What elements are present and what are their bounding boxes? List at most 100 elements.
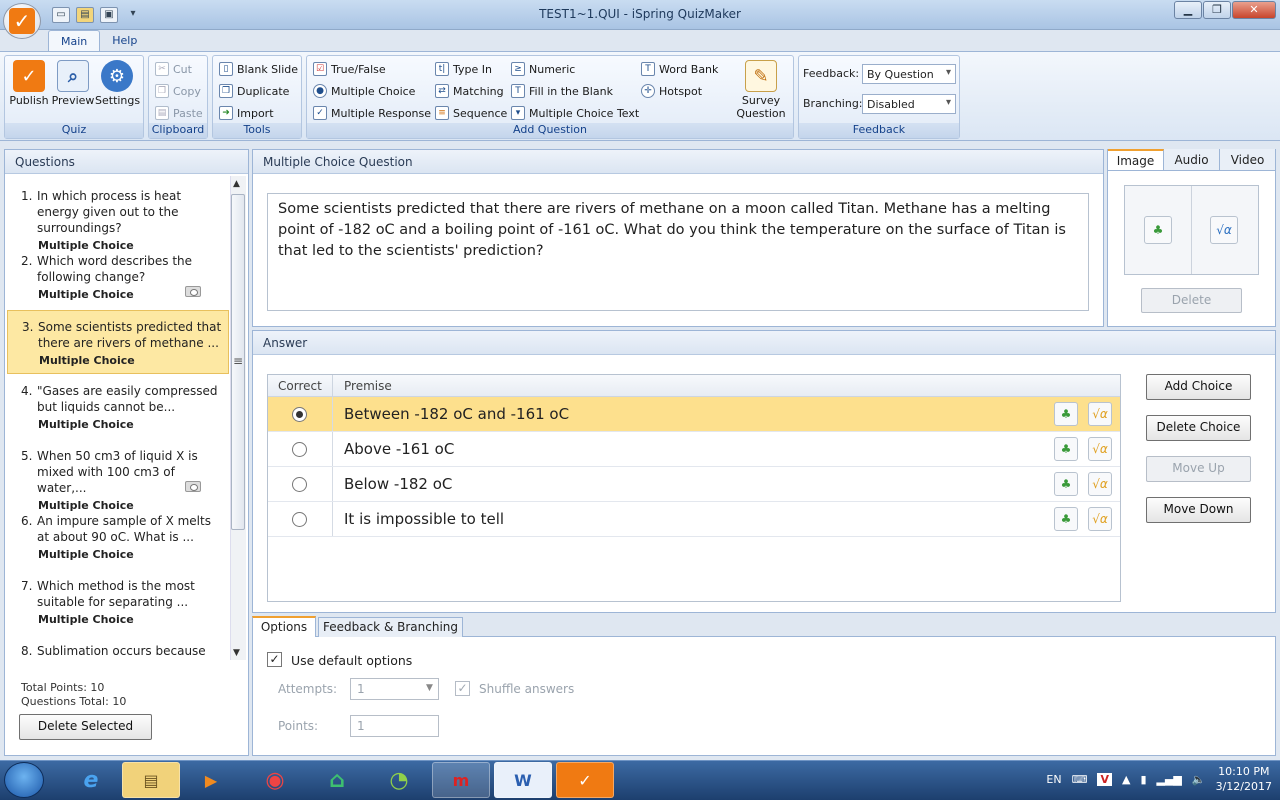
insert-formula-icon[interactable]: √α	[1088, 437, 1112, 461]
sequence-button[interactable]: ≡ Sequence	[435, 104, 507, 122]
answer-row-3[interactable]: Below -182 oC ♣ √α	[268, 467, 1120, 502]
publish-button[interactable]: ✓ Publish	[7, 60, 51, 107]
close-button[interactable]: ✕	[1232, 1, 1276, 19]
tray-app-icon[interactable]: V	[1097, 772, 1112, 786]
duplicate-button[interactable]: ❐ Duplicate	[219, 82, 289, 100]
use-default-label: Use default options	[291, 653, 413, 668]
word-icon[interactable]: W	[494, 762, 552, 798]
answer-row-4[interactable]: It is impossible to tell ♣ √α	[268, 502, 1120, 537]
question-item-1[interactable]: 1. In which process is heat energy given …	[7, 180, 229, 252]
restore-button[interactable]: ❐	[1203, 1, 1231, 19]
scroll-up-arrow-icon[interactable]: ▲	[233, 179, 240, 189]
use-default-checkbox[interactable]: ✓	[267, 652, 282, 667]
insert-formula-icon[interactable]: √α	[1088, 472, 1112, 496]
app-m-icon[interactable]: m	[432, 762, 490, 798]
ispring-taskbar-icon[interactable]: ✓	[556, 762, 614, 798]
scroll-down-arrow-icon[interactable]: ▼	[233, 648, 240, 658]
type-in-button[interactable]: t| Type In	[435, 60, 492, 78]
question-item-6[interactable]: 6. An impure sample of X melts at about 9…	[7, 505, 229, 569]
question-item-4[interactable]: 4. "Gases are easily compressed but liqui…	[7, 375, 229, 439]
answer-premise-2[interactable]: Above -161 oC	[344, 440, 454, 458]
tab-main[interactable]: Main	[48, 30, 101, 52]
feedback-select[interactable]: By Question	[862, 64, 956, 84]
battery-icon[interactable]: ▮	[1140, 773, 1146, 786]
app-circle-icon[interactable]: ◔	[370, 762, 428, 798]
insert-formula-icon[interactable]: √α	[1088, 507, 1112, 531]
add-choice-button[interactable]: Add Choice	[1146, 374, 1251, 400]
question-item-3[interactable]: 3. Some scientists predicted that there a…	[7, 310, 229, 374]
question-item-8[interactable]: 8. Sublimation occurs because	[7, 635, 229, 664]
insert-image-icon[interactable]: ♣	[1054, 402, 1078, 426]
splitter-grip-icon[interactable]: ≡	[233, 354, 243, 368]
app-menu-button[interactable]: ✓	[3, 3, 41, 39]
insert-image-icon[interactable]: ♣	[1054, 472, 1078, 496]
delete-choice-button[interactable]: Delete Choice	[1146, 415, 1251, 441]
media-delete-button[interactable]: Delete	[1141, 288, 1242, 313]
keyboard-icon[interactable]: ⌨	[1072, 773, 1088, 786]
move-down-button[interactable]: Move Down	[1146, 497, 1251, 523]
insert-formula-icon[interactable]: √α	[1088, 402, 1112, 426]
answer-row-2[interactable]: Above -161 oC ♣ √α	[268, 432, 1120, 467]
copy-button[interactable]: ❐ Copy	[155, 82, 201, 100]
internet-explorer-icon[interactable]: e	[62, 762, 120, 798]
tab-feedback-branching[interactable]: Feedback & Branching	[318, 617, 463, 637]
survey-question-button[interactable]: ✎ Survey Question	[735, 60, 787, 120]
settings-button[interactable]: ⚙ Settings	[95, 60, 140, 107]
hotspot-button[interactable]: ✛ Hotspot	[641, 82, 702, 100]
question-item-7[interactable]: 7. Which method is the most suitable for …	[7, 570, 229, 634]
total-points: Total Points: 10	[21, 681, 105, 694]
multiple-choice-button[interactable]: ● Multiple Choice	[313, 82, 415, 100]
tab-video[interactable]: Video	[1220, 149, 1275, 170]
fill-blank-button[interactable]: T Fill in the Blank	[511, 82, 613, 100]
answer-premise-1[interactable]: Between -182 oC and -161 oC	[344, 405, 569, 423]
tab-options[interactable]: Options	[252, 616, 316, 637]
answer-premise-4[interactable]: It is impossible to tell	[344, 510, 504, 528]
signal-icon[interactable]: ▂▄▆	[1157, 773, 1182, 786]
delete-selected-button[interactable]: Delete Selected	[19, 714, 152, 740]
branching-select[interactable]: Disabled	[862, 94, 956, 114]
insert-image-icon[interactable]: ♣	[1054, 437, 1078, 461]
attempts-dropdown-icon[interactable]: ▼	[426, 683, 433, 693]
tab-image[interactable]: Image	[1108, 149, 1164, 170]
tab-help[interactable]: Help	[100, 30, 149, 52]
preview-button[interactable]: ⌕ Preview	[51, 60, 95, 107]
volume-icon[interactable]: 🔈	[1192, 773, 1206, 786]
numeric-button[interactable]: ≥ Numeric	[511, 60, 575, 78]
points-input[interactable]: 1	[350, 715, 439, 737]
survey-pencil-icon: ✎	[745, 60, 777, 92]
media-player-icon[interactable]: ▶	[182, 762, 240, 798]
show-hidden-icons[interactable]: ▲	[1122, 773, 1130, 786]
tab-audio[interactable]: Audio	[1164, 149, 1220, 170]
correct-radio-2[interactable]	[292, 442, 307, 457]
question-item-5[interactable]: 5. When 50 cm3 of liquid X is mixed with …	[7, 440, 229, 512]
answer-panel-title: Answer	[253, 331, 1275, 355]
insert-formula-icon[interactable]: √α	[1210, 216, 1238, 244]
correct-radio-1[interactable]	[292, 407, 307, 422]
correct-radio-3[interactable]	[292, 477, 307, 492]
clock[interactable]: 10:10 PM 3/12/2017	[1216, 764, 1272, 794]
true-false-button[interactable]: ☑ True/False	[313, 60, 386, 78]
cut-button[interactable]: ✂ Cut	[155, 60, 192, 78]
language-indicator[interactable]: EN	[1046, 773, 1061, 786]
multiple-response-button[interactable]: ✓ Multiple Response	[313, 104, 431, 122]
matching-button[interactable]: ⇄ Matching	[435, 82, 504, 100]
question-item-2[interactable]: 2. Which word describes the following cha…	[7, 245, 229, 309]
answer-row-1[interactable]: Between -182 oC and -161 oC ♣ √α	[268, 397, 1120, 432]
blank-slide-button[interactable]: ▯ Blank Slide	[219, 60, 298, 78]
import-button[interactable]: ➜ Import	[219, 104, 274, 122]
start-button[interactable]	[4, 762, 44, 798]
app-house-icon[interactable]: ⌂	[308, 762, 366, 798]
insert-image-icon[interactable]: ♣	[1054, 507, 1078, 531]
minimize-button[interactable]: ▁	[1174, 1, 1202, 19]
correct-radio-4[interactable]	[292, 512, 307, 527]
insert-image-icon[interactable]: ♣	[1144, 216, 1172, 244]
word-bank-button[interactable]: T Word Bank	[641, 60, 718, 78]
question-text-input[interactable]: Some scientists predicted that there are…	[267, 193, 1089, 311]
file-explorer-icon[interactable]: ▤	[122, 762, 180, 798]
answer-premise-3[interactable]: Below -182 oC	[344, 475, 452, 493]
paste-button[interactable]: ▤ Paste	[155, 104, 203, 122]
mc-text-button[interactable]: ▾ Multiple Choice Text	[511, 104, 639, 122]
chrome-icon[interactable]: ◉	[246, 762, 304, 798]
move-up-button[interactable]: Move Up	[1146, 456, 1251, 482]
shuffle-checkbox[interactable]: ✓	[455, 681, 470, 696]
